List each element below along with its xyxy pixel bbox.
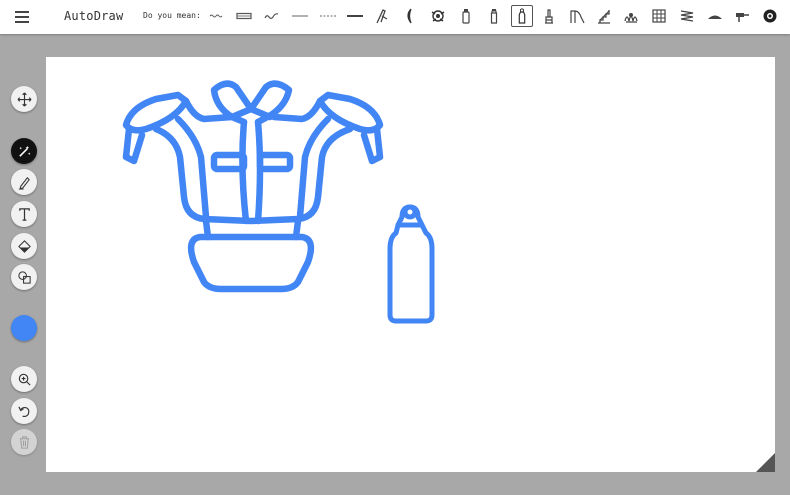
move-tool[interactable] xyxy=(11,86,37,112)
color-picker-swatch[interactable] xyxy=(11,315,37,341)
suggestion-small-bottle[interactable] xyxy=(455,5,477,27)
suggestion-thin-line[interactable] xyxy=(289,5,311,27)
autodraw-icon xyxy=(18,145,30,157)
suggestion-crescent[interactable] xyxy=(398,5,420,27)
text-icon xyxy=(18,207,30,221)
draw-tool[interactable] xyxy=(11,169,37,195)
canvas-drawings xyxy=(122,80,435,324)
suggestion-grass-cluster[interactable] xyxy=(620,5,642,27)
pencil-icon xyxy=(18,176,30,190)
drawing-canvas[interactable] xyxy=(46,57,775,472)
top-bar: AutoDraw Do you mean: xyxy=(0,0,790,34)
shapes-icon xyxy=(17,270,31,284)
suggestion-dashed-line[interactable] xyxy=(317,5,339,27)
delete-tool[interactable] xyxy=(11,429,37,455)
suggestion-mountain[interactable] xyxy=(704,5,726,27)
suggestion-thick-line[interactable] xyxy=(344,5,366,27)
suggestion-pattern[interactable] xyxy=(648,5,670,27)
undo-icon xyxy=(17,406,29,417)
suggestions-label: Do you mean: xyxy=(143,11,201,20)
zoom-in-icon xyxy=(18,373,31,386)
fill-tool[interactable] xyxy=(11,233,37,259)
menu-icon[interactable] xyxy=(12,8,34,26)
suggestion-stairs[interactable] xyxy=(593,5,615,27)
suggestion-slim-bottle[interactable] xyxy=(483,5,505,27)
move-icon xyxy=(17,92,31,106)
app-title: AutoDraw xyxy=(64,9,124,23)
suggestion-water-bottle[interactable] xyxy=(511,5,533,27)
type-tool[interactable] xyxy=(11,201,37,227)
suggestion-quill[interactable] xyxy=(371,5,393,27)
shoulder-pads-drawing[interactable] xyxy=(122,80,384,293)
suggestion-wheel[interactable] xyxy=(759,5,781,27)
undo-tool[interactable] xyxy=(11,398,37,424)
suggestion-tower[interactable] xyxy=(538,5,560,27)
trash-icon xyxy=(19,435,29,449)
suggestion-drill[interactable] xyxy=(731,5,753,27)
suggestion-double-line[interactable] xyxy=(233,5,255,27)
suggestion-scribble-block[interactable] xyxy=(676,5,698,27)
fill-bucket-icon xyxy=(17,239,31,253)
suggestion-wavy-line[interactable] xyxy=(206,5,228,27)
suggestion-slide[interactable] xyxy=(566,5,588,27)
zoom-tool[interactable] xyxy=(11,366,37,392)
resize-corner-icon[interactable] xyxy=(756,453,775,472)
autodraw-tool[interactable] xyxy=(11,138,37,164)
suggestion-squiggle[interactable] xyxy=(261,5,283,27)
suggestion-ornament[interactable] xyxy=(427,5,449,27)
shape-tool[interactable] xyxy=(11,264,37,290)
water-bottle-drawing[interactable] xyxy=(387,204,435,324)
